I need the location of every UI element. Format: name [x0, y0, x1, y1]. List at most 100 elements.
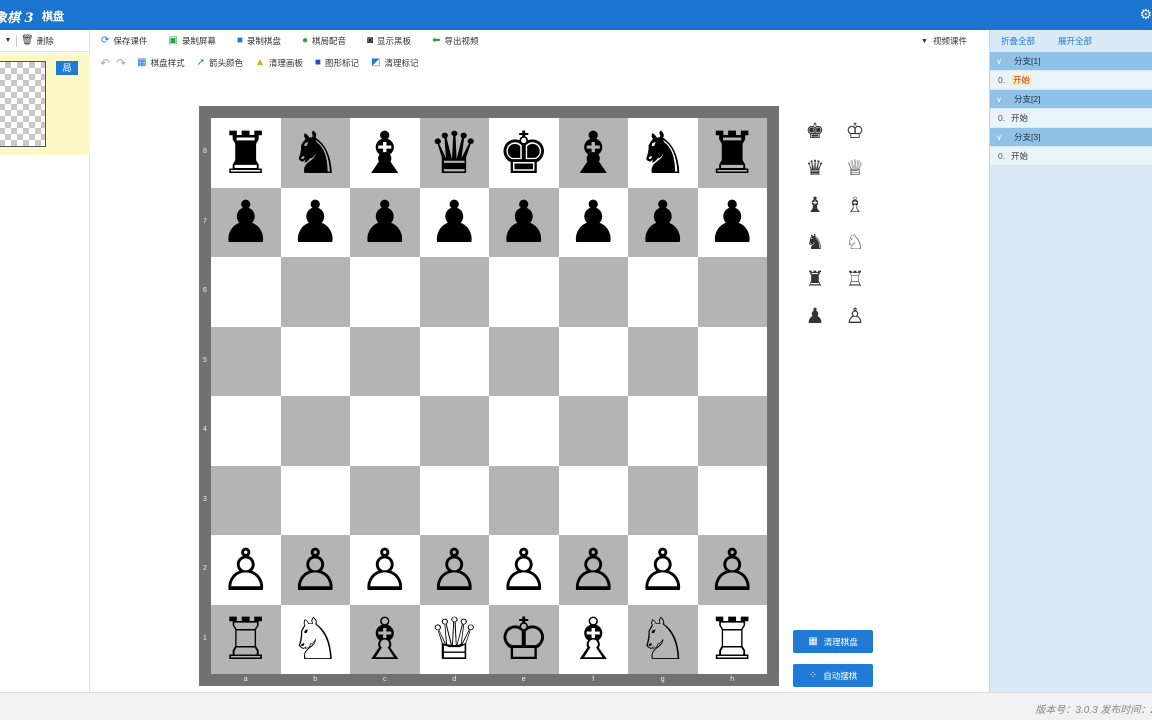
chess-piece[interactable]: ♖ [706, 610, 758, 668]
square-d7[interactable]: ♟ [419, 187, 489, 257]
square-a3[interactable] [211, 465, 281, 535]
square-c7[interactable]: ♟ [350, 187, 420, 257]
palette-white-piece[interactable]: ♔ [840, 116, 870, 146]
branch-header[interactable]: ∨ 分支[2] [990, 90, 1152, 108]
collapse-all-link[interactable]: 折叠全部 [1001, 35, 1035, 47]
undo-icon[interactable]: ↶ [100, 56, 110, 70]
palette-white-piece[interactable]: ♘ [840, 227, 870, 257]
square-a4[interactable] [211, 396, 281, 466]
chess-piece[interactable]: ♟ [220, 193, 272, 251]
chess-piece[interactable]: ♟ [706, 193, 758, 251]
dropdown-arrow-icon[interactable]: ▼ [2, 37, 14, 44]
square-a7[interactable]: ♟ [211, 187, 281, 257]
branch-move-row[interactable]: 0. 开始 [990, 109, 1152, 127]
square-h4[interactable] [697, 396, 767, 466]
square-e8[interactable]: ♚ [489, 118, 559, 188]
square-c1[interactable]: ♗ [350, 604, 420, 674]
export-video-button[interactable]: ⬅ 导出视频 [432, 35, 478, 47]
save-courseware-button[interactable]: ⟳ 保存课件 [101, 35, 147, 47]
clear-marks-button[interactable]: ◩ 清理标记 [371, 57, 418, 69]
chevron-down-icon[interactable]: ∨ [991, 95, 1007, 104]
chess-piece[interactable]: ♗ [567, 610, 619, 668]
chess-piece[interactable]: ♜ [706, 124, 758, 182]
palette-black-piece[interactable]: ♜ [800, 264, 830, 294]
square-b1[interactable]: ♘ [280, 604, 350, 674]
square-d6[interactable] [419, 257, 489, 327]
square-a1[interactable]: ♖ [211, 604, 281, 674]
palette-black-piece[interactable]: ♝ [800, 190, 830, 220]
palette-black-piece[interactable]: ♞ [800, 227, 830, 257]
chess-piece[interactable]: ♙ [289, 541, 341, 599]
chess-piece[interactable]: ♔ [498, 610, 550, 668]
palette-white-piece[interactable]: ♖ [840, 264, 870, 294]
chess-piece[interactable]: ♟ [289, 193, 341, 251]
square-f6[interactable] [558, 257, 628, 327]
square-b7[interactable]: ♟ [280, 187, 350, 257]
square-c3[interactable] [350, 465, 420, 535]
chess-piece[interactable]: ♙ [498, 541, 550, 599]
square-b2[interactable]: ♙ [280, 535, 350, 605]
square-h3[interactable] [697, 465, 767, 535]
square-f7[interactable]: ♟ [558, 187, 628, 257]
shape-mark-button[interactable]: ■ 图形标记 [315, 57, 359, 69]
square-g6[interactable] [628, 257, 698, 327]
branch-header[interactable]: ∨ 分支[1] [990, 52, 1152, 70]
square-h5[interactable] [697, 326, 767, 396]
auto-setup-button[interactable]: ⁘ 自动摆棋 [793, 664, 873, 687]
square-g5[interactable] [628, 326, 698, 396]
square-d1[interactable]: ♕ [419, 604, 489, 674]
palette-black-piece[interactable]: ♛ [800, 153, 830, 183]
arrow-color-button[interactable]: ➚ 箭头颜色 [197, 57, 243, 69]
palette-black-piece[interactable]: ♟ [800, 301, 830, 331]
square-g7[interactable]: ♟ [628, 187, 698, 257]
move-label[interactable]: 开始 [1011, 74, 1033, 86]
square-g2[interactable]: ♙ [628, 535, 698, 605]
expand-all-link[interactable]: 展开全部 [1058, 35, 1092, 47]
branch-header[interactable]: ∨ 分支[3] [990, 128, 1152, 146]
square-b6[interactable] [280, 257, 350, 327]
square-h7[interactable]: ♟ [697, 187, 767, 257]
square-g4[interactable] [628, 396, 698, 466]
redo-icon[interactable]: ↷ [116, 56, 126, 70]
clear-canvas-button[interactable]: ▲ 清理画板 [255, 57, 303, 69]
square-h8[interactable]: ♜ [697, 118, 767, 188]
chess-piece[interactable]: ♟ [637, 193, 689, 251]
chess-piece[interactable]: ♕ [428, 610, 480, 668]
square-a5[interactable] [211, 326, 281, 396]
square-b4[interactable] [280, 396, 350, 466]
chess-piece[interactable]: ♟ [359, 193, 411, 251]
square-h2[interactable]: ♙ [697, 535, 767, 605]
square-f2[interactable]: ♙ [558, 535, 628, 605]
square-e1[interactable]: ♔ [489, 604, 559, 674]
chess-piece[interactable]: ♙ [567, 541, 619, 599]
chevron-down-icon[interactable]: ∨ [991, 57, 1007, 66]
board-thumbnail-item[interactable]: 局 [0, 53, 90, 155]
board-thumbnail[interactable] [0, 61, 46, 147]
square-b5[interactable] [280, 326, 350, 396]
chess-piece[interactable]: ♟ [498, 193, 550, 251]
move-label[interactable]: 开始 [1011, 112, 1028, 124]
square-d3[interactable] [419, 465, 489, 535]
square-d2[interactable]: ♙ [419, 535, 489, 605]
chess-piece[interactable]: ♞ [637, 124, 689, 182]
square-c2[interactable]: ♙ [350, 535, 420, 605]
clear-board-button[interactable]: ▦ 清理棋盘 [793, 630, 873, 653]
square-b8[interactable]: ♞ [280, 118, 350, 188]
chess-piece[interactable]: ♞ [289, 124, 341, 182]
record-board-button[interactable]: ■ 录制棋盘 [237, 35, 281, 47]
chess-piece[interactable]: ♙ [706, 541, 758, 599]
move-label[interactable]: 开始 [1011, 150, 1028, 162]
square-c8[interactable]: ♝ [350, 118, 420, 188]
show-blackboard-button[interactable]: ◙ 显示黑板 [367, 35, 411, 47]
chess-piece[interactable]: ♖ [220, 610, 272, 668]
square-e2[interactable]: ♙ [489, 535, 559, 605]
chess-piece[interactable]: ♙ [359, 541, 411, 599]
square-f5[interactable] [558, 326, 628, 396]
chess-piece[interactable]: ♘ [289, 610, 341, 668]
square-a2[interactable]: ♙ [211, 535, 281, 605]
square-f8[interactable]: ♝ [558, 118, 628, 188]
branch-move-row[interactable]: 0. 开始 [990, 71, 1152, 89]
branch-move-row[interactable]: 0. 开始 [990, 147, 1152, 165]
square-g1[interactable]: ♘ [628, 604, 698, 674]
square-h1[interactable]: ♖ [697, 604, 767, 674]
